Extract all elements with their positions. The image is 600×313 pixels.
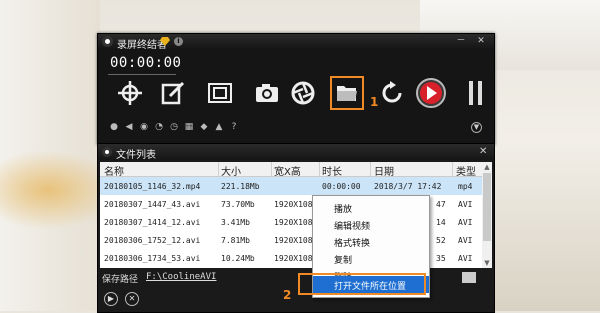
cell-type: AVI bbox=[458, 254, 473, 263]
cell-resolution: 1920X108 bbox=[274, 254, 313, 263]
options-row: ● ◀ ◉ ◔ ◷ ▦ ◆ ▲ ? bbox=[108, 121, 240, 135]
cell-name: 20180307_1414_12.avi bbox=[104, 218, 201, 227]
cell-date: 2018/3/7 17:42 bbox=[374, 182, 442, 191]
scroll-up-icon[interactable]: ▲ bbox=[482, 162, 492, 172]
timer-divider bbox=[108, 74, 176, 75]
save-path-link[interactable]: F:\CoolineAVI bbox=[146, 272, 216, 282]
minimize-button[interactable]: － bbox=[454, 36, 468, 47]
scroll-thumb[interactable] bbox=[483, 173, 491, 241]
cell-date: 52 bbox=[436, 236, 446, 245]
file-list-logo-icon bbox=[102, 147, 112, 157]
file-list-titlebar[interactable]: 文件列表 ✕ bbox=[98, 144, 494, 161]
shirt-icon[interactable]: ▲ bbox=[213, 121, 225, 133]
record-button[interactable] bbox=[416, 78, 446, 108]
step-two-marker: 2 bbox=[283, 288, 292, 302]
scroll-down-icon[interactable]: ▼ bbox=[482, 258, 492, 268]
fullscreen-button[interactable] bbox=[205, 78, 235, 108]
cell-resolution: 1920X108 bbox=[274, 218, 313, 227]
file-list-title: 文件列表 bbox=[116, 150, 156, 161]
menu-item-play[interactable]: 播放 bbox=[313, 199, 429, 216]
highlight-outline bbox=[298, 273, 426, 295]
app-title: 录屏终结者 bbox=[117, 40, 167, 51]
table-header: 名称 大小 宽X高 时长 日期 类型 bbox=[100, 162, 482, 178]
column-date[interactable]: 日期 bbox=[374, 163, 394, 178]
timer-icon[interactable]: ◷ bbox=[168, 121, 180, 133]
pause-bar-left bbox=[469, 81, 473, 105]
cell-size: 221.18Mb bbox=[221, 182, 260, 191]
cell-date: 14 bbox=[436, 218, 446, 227]
app-logo-icon bbox=[102, 36, 113, 47]
column-resolution[interactable]: 宽X高 bbox=[274, 163, 301, 178]
screenshot-button[interactable] bbox=[252, 78, 282, 108]
aperture-icon bbox=[291, 81, 315, 105]
cell-size: 7.81Mb bbox=[221, 236, 250, 245]
cell-size: 3.41Mb bbox=[221, 218, 250, 227]
recorder-window: 录屏终结者 i － ✕ 00:00:00 1 ● ◀ ◉ ◔ ◷ ▦ ◆ ▲ ?… bbox=[97, 33, 495, 145]
play-file-button[interactable]: ▶ bbox=[104, 292, 118, 306]
folder-icon bbox=[337, 86, 357, 101]
file-list-window: 文件列表 ✕ 名称 大小 宽X高 时长 日期 类型 20180105_1146_… bbox=[97, 143, 495, 313]
column-duration[interactable]: 时长 bbox=[322, 163, 342, 178]
cell-type: AVI bbox=[458, 236, 473, 245]
cell-resolution: 1920X108 bbox=[274, 236, 313, 245]
menu-item-convert[interactable]: 格式转换 bbox=[313, 233, 429, 250]
cell-type: AVI bbox=[458, 218, 473, 227]
vertical-scrollbar[interactable]: ▲ ▼ bbox=[482, 162, 492, 268]
cell-type: AVI bbox=[458, 200, 473, 209]
cell-size: 73.70Mb bbox=[221, 200, 255, 209]
info-icon[interactable]: i bbox=[174, 37, 183, 46]
record-timer: 00:00:00 bbox=[110, 55, 182, 71]
calendar-icon[interactable]: ▦ bbox=[183, 121, 195, 133]
close-button[interactable]: ✕ bbox=[474, 36, 488, 47]
pause-button[interactable] bbox=[469, 81, 483, 105]
open-folder-button[interactable] bbox=[330, 76, 364, 110]
cell-name: 20180306_1752_12.avi bbox=[104, 236, 201, 245]
browse-folder-icon[interactable] bbox=[462, 272, 476, 283]
aperture-button[interactable] bbox=[288, 78, 318, 108]
crosshair-icon bbox=[118, 81, 142, 105]
edit-icon bbox=[161, 81, 185, 105]
cell-resolution: 1920X108 bbox=[274, 200, 313, 209]
select-region-button[interactable] bbox=[115, 78, 145, 108]
pause-bar-right bbox=[478, 81, 482, 105]
refresh-icon bbox=[382, 81, 402, 103]
cell-date: 35 bbox=[436, 254, 446, 263]
refresh-button[interactable] bbox=[377, 78, 407, 108]
edit-button[interactable] bbox=[158, 78, 188, 108]
recorder-titlebar[interactable]: 录屏终结者 i － ✕ bbox=[98, 34, 494, 51]
cell-name: 20180306_1734_53.avi bbox=[104, 254, 201, 263]
speaker-icon[interactable]: ◀ bbox=[123, 121, 135, 133]
column-divider bbox=[452, 162, 453, 176]
menu-item-copy[interactable]: 复制 bbox=[313, 250, 429, 267]
column-name[interactable]: 名称 bbox=[104, 163, 124, 178]
column-type[interactable]: 类型 bbox=[456, 163, 476, 178]
delete-file-button[interactable]: ✕ bbox=[125, 292, 139, 306]
column-divider bbox=[271, 162, 272, 176]
help-icon[interactable]: ? bbox=[228, 121, 240, 133]
play-icon bbox=[427, 86, 437, 100]
cell-date: 47 bbox=[436, 200, 446, 209]
cell-size: 10.24Mb bbox=[221, 254, 255, 263]
expand-options-button[interactable]: ▼ bbox=[471, 122, 482, 133]
table-row[interactable]: 20180105_1146_32.mp4 221.18Mb 00:00:00 2… bbox=[100, 177, 482, 195]
webcam-icon[interactable]: ◉ bbox=[138, 121, 150, 133]
cell-name: 20180307_1447_43.avi bbox=[104, 200, 201, 209]
column-divider bbox=[218, 162, 219, 176]
mouse-icon[interactable]: ◆ bbox=[198, 121, 210, 133]
column-divider bbox=[370, 162, 371, 176]
fullscreen-icon bbox=[208, 83, 232, 103]
mic-icon[interactable]: ● bbox=[108, 121, 120, 133]
cell-type: mp4 bbox=[458, 182, 473, 191]
camera-icon bbox=[256, 84, 278, 102]
menu-item-edit-video[interactable]: 编辑视频 bbox=[313, 216, 429, 233]
cell-duration: 00:00:00 bbox=[322, 182, 361, 191]
file-list-close-button[interactable]: ✕ bbox=[479, 146, 487, 157]
save-path-label: 保存路径 bbox=[102, 275, 139, 285]
cell-name: 20180105_1146_32.mp4 bbox=[104, 182, 201, 191]
column-divider bbox=[319, 162, 320, 176]
column-size[interactable]: 大小 bbox=[221, 163, 241, 178]
clock-icon[interactable]: ◔ bbox=[153, 121, 165, 133]
